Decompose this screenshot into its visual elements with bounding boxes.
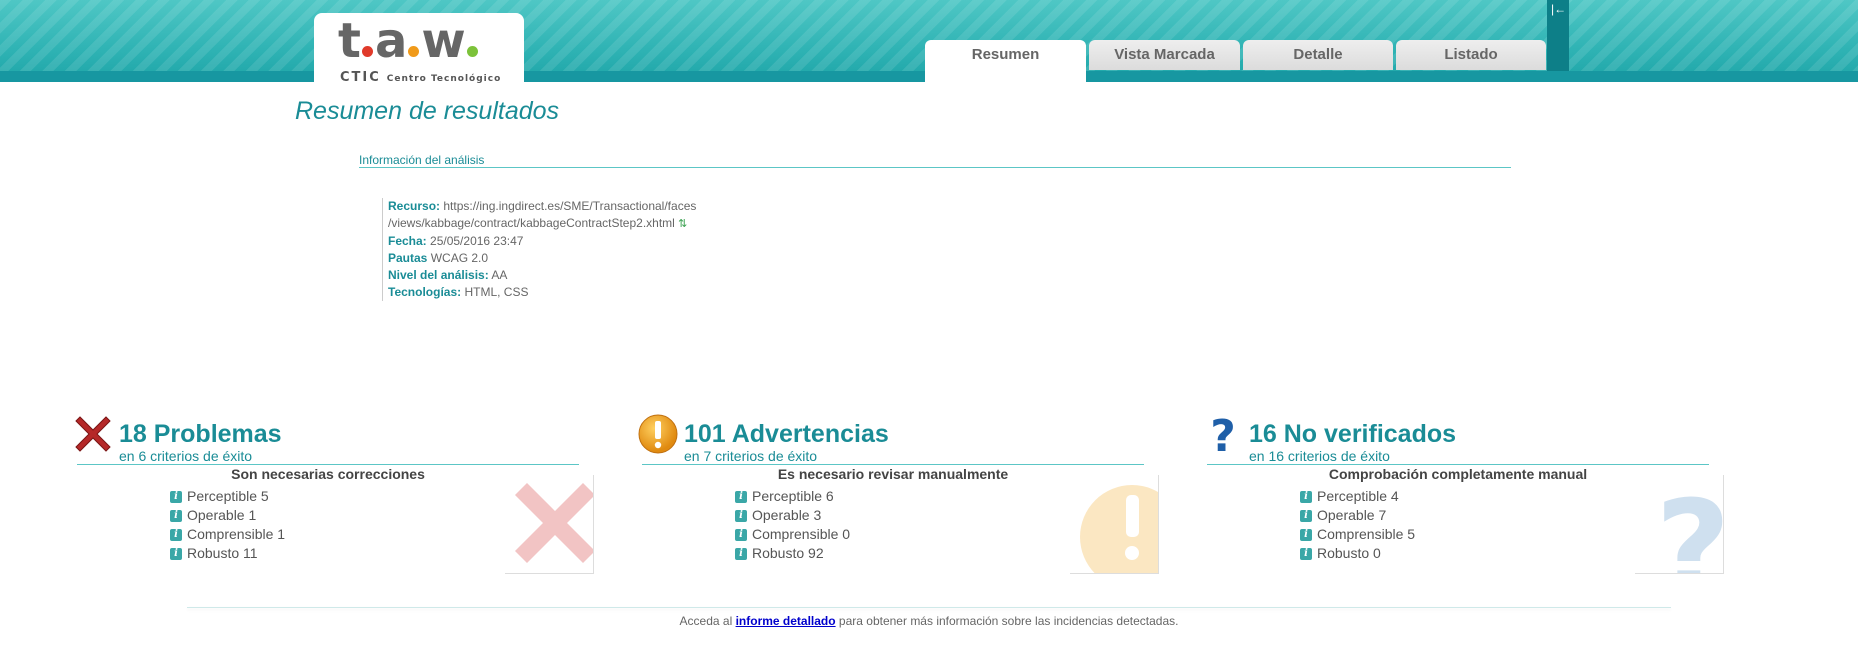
resource-value-1: https://ing.ingdirect.es/SME/Transaction… <box>443 199 697 213</box>
detailed-report-link[interactable]: informe detallado <box>736 614 836 628</box>
tech-label: Tecnologías: <box>388 285 462 299</box>
info-icon[interactable]: i <box>1300 528 1312 541</box>
divider <box>1207 464 1709 465</box>
problems-panel: 18 Problemas en 6 criterios de éxito Son… <box>72 413 594 574</box>
info-icon[interactable]: i <box>170 509 182 522</box>
info-icon[interactable]: i <box>735 547 747 560</box>
list-item: i Perceptible 5 <box>170 487 285 506</box>
info-icon[interactable]: i <box>170 547 182 560</box>
info-icon[interactable]: i <box>1300 547 1312 560</box>
question-watermark-icon: ? <box>1635 475 1724 574</box>
list-item: i Comprensible 0 <box>735 525 850 544</box>
warnings-criteria: en 7 criterios de éxito <box>684 448 818 464</box>
guidelines-value: WCAG 2.0 <box>430 251 489 265</box>
tab-detalle[interactable]: Detalle <box>1243 40 1393 70</box>
taw-logo: t a w CTIC Centro Tecnológico <box>314 13 524 85</box>
problems-list: i Perceptible 5 i Operable 1 i Comprensible… <box>170 487 285 563</box>
info-icon[interactable]: i <box>735 528 747 541</box>
list-item: i Perceptible 6 <box>735 487 850 506</box>
info-section-title: Información del análisis <box>359 153 485 167</box>
warning-watermark-icon <box>1070 475 1159 574</box>
list-item: i Robusto 92 <box>735 544 850 563</box>
unverified-count: 16 No verificados <box>1249 420 1457 448</box>
warnings-note: Es necesario revisar manualmente <box>777 466 1009 482</box>
list-item: i Comprensible 1 <box>170 525 285 544</box>
warnings-list: i Perceptible 6 i Operable 3 i Comprensible… <box>735 487 850 563</box>
list-item: i Comprensible 5 <box>1300 525 1415 544</box>
tab-listado[interactable]: Listado <box>1396 40 1546 70</box>
list-item: i Perceptible 4 <box>1300 487 1415 506</box>
info-icon[interactable]: i <box>1300 509 1312 522</box>
warning-icon <box>638 414 678 454</box>
divider <box>77 464 579 465</box>
list-item: i Operable 3 <box>735 506 850 525</box>
list-item: i Robusto 11 <box>170 544 285 563</box>
unverified-criteria: en 16 criterios de éxito <box>1249 448 1390 464</box>
guidelines-label: Pautas <box>388 251 428 265</box>
info-icon[interactable]: i <box>1300 490 1312 503</box>
level-label: Nivel del análisis: <box>388 268 489 282</box>
error-x-icon <box>75 416 111 452</box>
collapse-handle[interactable]: |← <box>1547 0 1569 71</box>
refresh-icon[interactable]: ⇅ <box>678 216 687 233</box>
tech-value: HTML, CSS <box>464 285 529 299</box>
question-mark-icon: ? <box>1210 413 1236 455</box>
tab-resumen[interactable]: Resumen <box>925 40 1086 82</box>
unverified-note: Comprobación completamente manual <box>1328 466 1588 482</box>
problems-count: 18 Problemas <box>119 420 282 448</box>
logo-wordmark: t a w <box>338 17 480 65</box>
resource-value-2: /views/kabbage/contract/kabbageContractS… <box>388 216 675 230</box>
svg-text:?: ? <box>1655 475 1723 573</box>
divider <box>642 464 1144 465</box>
unverified-list: i Perceptible 4 i Operable 7 i Comprensible… <box>1300 487 1415 563</box>
footer-note: Acceda al informe detallado para obtener… <box>679 614 1179 628</box>
resource-label: Recurso: <box>388 199 441 213</box>
tab-vista-marcada[interactable]: Vista Marcada <box>1089 40 1240 70</box>
error-watermark-icon <box>505 475 594 574</box>
info-icon[interactable]: i <box>170 528 182 541</box>
footer-divider <box>187 607 1671 608</box>
problems-note: Son necesarias correcciones <box>231 466 425 482</box>
list-item: i Operable 1 <box>170 506 285 525</box>
collapse-icon: |← <box>1551 2 1567 16</box>
date-label: Fecha: <box>388 234 427 248</box>
date-value: 25/05/2016 23:47 <box>430 234 524 248</box>
warnings-panel: 101 Advertencias en 7 criterios de éxito… <box>637 413 1159 574</box>
info-icon[interactable]: i <box>170 490 182 503</box>
info-icon[interactable]: i <box>735 490 747 503</box>
unverified-panel: ? 16 No verificados en 16 criterios de é… <box>1202 413 1724 574</box>
divider <box>359 167 1511 168</box>
problems-criteria: en 6 criterios de éxito <box>119 448 253 464</box>
logo-subtitle: CTIC Centro Tecnológico <box>340 70 502 85</box>
list-item: i Robusto 0 <box>1300 544 1415 563</box>
svg-text:?: ? <box>1210 413 1236 455</box>
list-item: i Operable 7 <box>1300 506 1415 525</box>
level-value: AA <box>491 268 508 282</box>
warnings-count: 101 Advertencias <box>684 420 889 448</box>
page-title: Resumen de resultados <box>295 97 560 125</box>
analysis-info: Recurso: https://ing.ingdirect.es/SME/Tr… <box>382 198 788 301</box>
info-icon[interactable]: i <box>735 509 747 522</box>
